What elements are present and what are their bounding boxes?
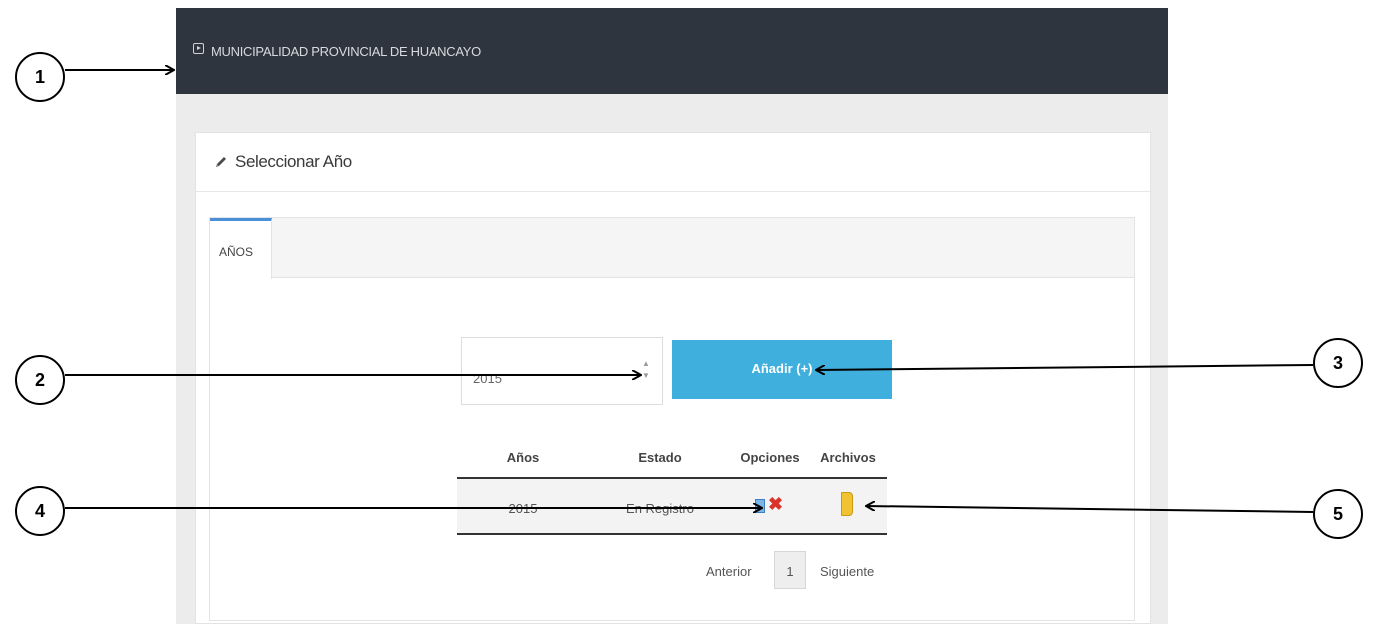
arrow-3 — [816, 364, 1314, 370]
callout-arrows — [65, 0, 1314, 624]
callout-5: 5 — [1313, 489, 1363, 539]
callout-4: 4 — [15, 486, 65, 536]
arrow-5 — [866, 506, 1314, 513]
callout-1: 1 — [15, 52, 65, 102]
callout-3: 3 — [1313, 338, 1363, 388]
callout-2: 2 — [15, 355, 65, 405]
